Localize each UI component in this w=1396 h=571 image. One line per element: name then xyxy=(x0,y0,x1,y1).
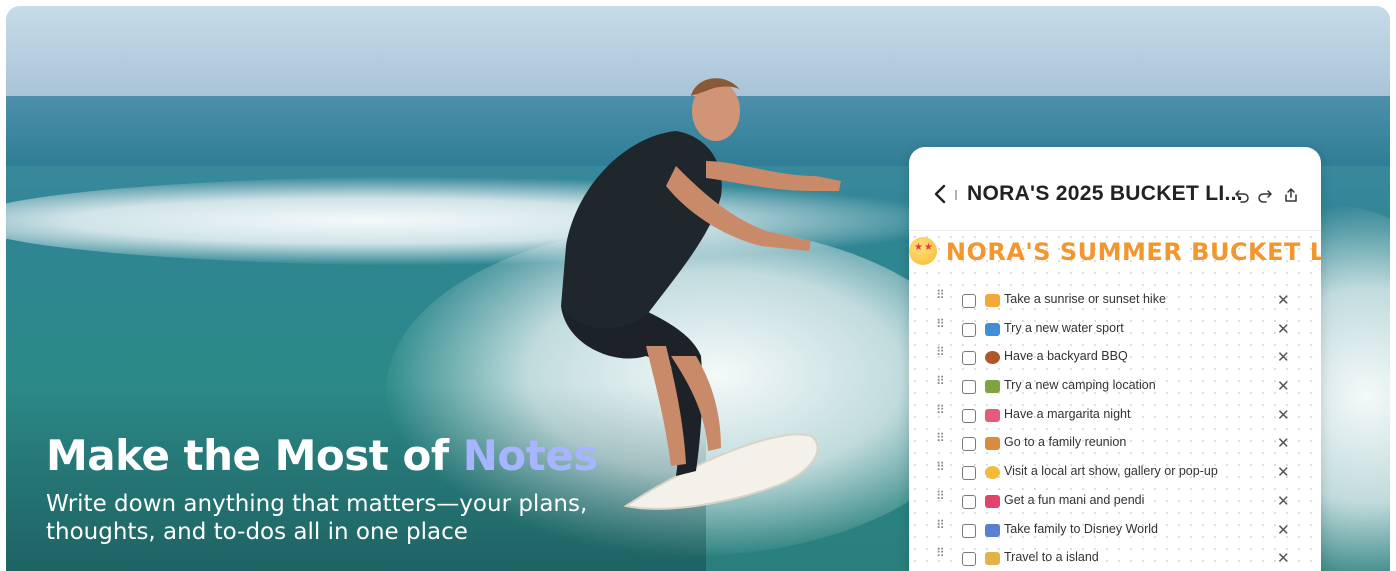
item-text[interactable]: Get a fun mani and pendi xyxy=(1004,493,1144,507)
back-icon[interactable] xyxy=(933,184,947,204)
close-icon[interactable]: ✕ xyxy=(1277,549,1290,567)
camping-icon xyxy=(985,380,1000,394)
drag-handle-icon[interactable]: ⠿ xyxy=(936,519,946,537)
item-text[interactable]: Visit a local art show, gallery or pop-u… xyxy=(1004,464,1218,478)
hero-subline: Write down anything that matters—your pl… xyxy=(46,491,588,545)
list-item: ⠿ Try a new camping location ✕ xyxy=(909,373,1321,402)
drag-handle-icon[interactable]: ⠿ xyxy=(936,432,946,450)
surfer-icon xyxy=(985,322,1000,336)
item-checkbox[interactable] xyxy=(962,466,976,481)
checklist: ⠿ Take a sunrise or sunset hike ✕ ⠿ Try … xyxy=(909,287,1321,571)
item-text[interactable]: Take family to Disney World xyxy=(1004,522,1158,536)
item-text[interactable]: Take a sunrise or sunset hike xyxy=(1004,292,1166,306)
meat-icon xyxy=(985,351,1000,365)
close-icon[interactable]: ✕ xyxy=(1277,320,1290,338)
list-item: ⠿ Go to a family reunion ✕ xyxy=(909,430,1321,459)
redo-icon[interactable] xyxy=(1257,187,1273,203)
drag-handle-icon[interactable]: ⠿ xyxy=(936,346,946,364)
item-checkbox[interactable] xyxy=(962,322,976,337)
island-icon xyxy=(985,552,1000,566)
star-struck-icon xyxy=(909,237,937,265)
list-item: ⠿ Have a backyard BBQ ✕ xyxy=(909,344,1321,373)
undo-icon[interactable] xyxy=(1234,187,1250,203)
item-checkbox[interactable] xyxy=(962,552,976,567)
drag-handle-icon[interactable]: ⠿ xyxy=(936,490,946,508)
house-icon xyxy=(985,437,1000,451)
notes-card: NORA'S 2025 BUCKET LI... NORA'S SUMMER B… xyxy=(909,147,1321,571)
item-checkbox[interactable] xyxy=(962,380,976,395)
item-checkbox[interactable] xyxy=(962,408,976,423)
close-icon[interactable]: ✕ xyxy=(1277,406,1290,424)
drag-handle-icon[interactable]: ⠿ xyxy=(936,461,946,479)
item-checkbox[interactable] xyxy=(962,294,976,308)
drag-handle-icon[interactable]: ⠿ xyxy=(936,547,946,565)
list-item: ⠿ Take a sunrise or sunset hike ✕ xyxy=(909,287,1321,316)
list-item: ⠿ Have a margarita night ✕ xyxy=(909,402,1321,431)
item-checkbox[interactable] xyxy=(962,351,976,366)
item-checkbox[interactable] xyxy=(962,437,976,452)
list-item: ⠿ Try a new water sport ✕ xyxy=(909,316,1321,345)
drag-handle-icon[interactable]: ⠿ xyxy=(936,318,946,336)
item-text[interactable]: Have a margarita night xyxy=(1004,407,1130,421)
headline-accent: Notes xyxy=(462,431,599,480)
carousel-icon xyxy=(985,523,1000,537)
notes-header: NORA'S 2025 BUCKET LI... xyxy=(909,147,1321,231)
list-title-text: NORA'S SUMMER BUCKET LIST xyxy=(945,238,1321,266)
drag-handle-icon[interactable]: ⠿ xyxy=(936,375,946,393)
list-item: ⠿ Travel to a island ✕ xyxy=(909,545,1321,571)
list-title: NORA'S SUMMER BUCKET LIST xyxy=(909,237,1321,266)
close-icon[interactable]: ✕ xyxy=(1277,521,1290,539)
note-title[interactable]: NORA'S 2025 BUCKET LI... xyxy=(967,182,1243,206)
item-checkbox[interactable] xyxy=(962,523,976,538)
hero-headline: Make the Most of Notes xyxy=(46,431,598,480)
cocktail-icon xyxy=(985,408,1000,422)
drag-handle-icon[interactable]: ⠿ xyxy=(936,404,946,422)
item-text[interactable]: Go to a family reunion xyxy=(1004,435,1126,449)
close-icon[interactable]: ✕ xyxy=(1277,291,1290,309)
item-checkbox[interactable] xyxy=(962,494,976,509)
item-text[interactable]: Try a new water sport xyxy=(1004,321,1124,335)
list-item: ⠿ Visit a local art show, gallery or pop… xyxy=(909,459,1321,488)
item-text[interactable]: Travel to a island xyxy=(1004,550,1099,564)
list-item: ⠿ Take family to Disney World ✕ xyxy=(909,517,1321,546)
close-icon[interactable]: ✕ xyxy=(1277,348,1290,366)
list-item: ⠿ Get a fun mani and pendi ✕ xyxy=(909,488,1321,517)
item-text[interactable]: Try a new camping location xyxy=(1004,378,1156,392)
note-board: NORA'S SUMMER BUCKET LIST ⠿ Take a sunri… xyxy=(909,231,1321,571)
share-icon[interactable] xyxy=(1283,187,1299,203)
close-icon[interactable]: ✕ xyxy=(1277,377,1290,395)
header-divider xyxy=(955,190,957,200)
sunrise-icon xyxy=(985,294,1000,307)
drag-handle-icon[interactable]: ⠿ xyxy=(936,289,946,307)
nail-polish-icon xyxy=(985,494,1000,508)
close-icon[interactable]: ✕ xyxy=(1277,492,1290,510)
close-icon[interactable]: ✕ xyxy=(1277,463,1290,481)
item-text[interactable]: Have a backyard BBQ xyxy=(1004,349,1128,363)
close-icon[interactable]: ✕ xyxy=(1277,434,1290,452)
smiling-face-icon xyxy=(985,466,1000,480)
headline-text: Make the Most of xyxy=(46,431,463,480)
